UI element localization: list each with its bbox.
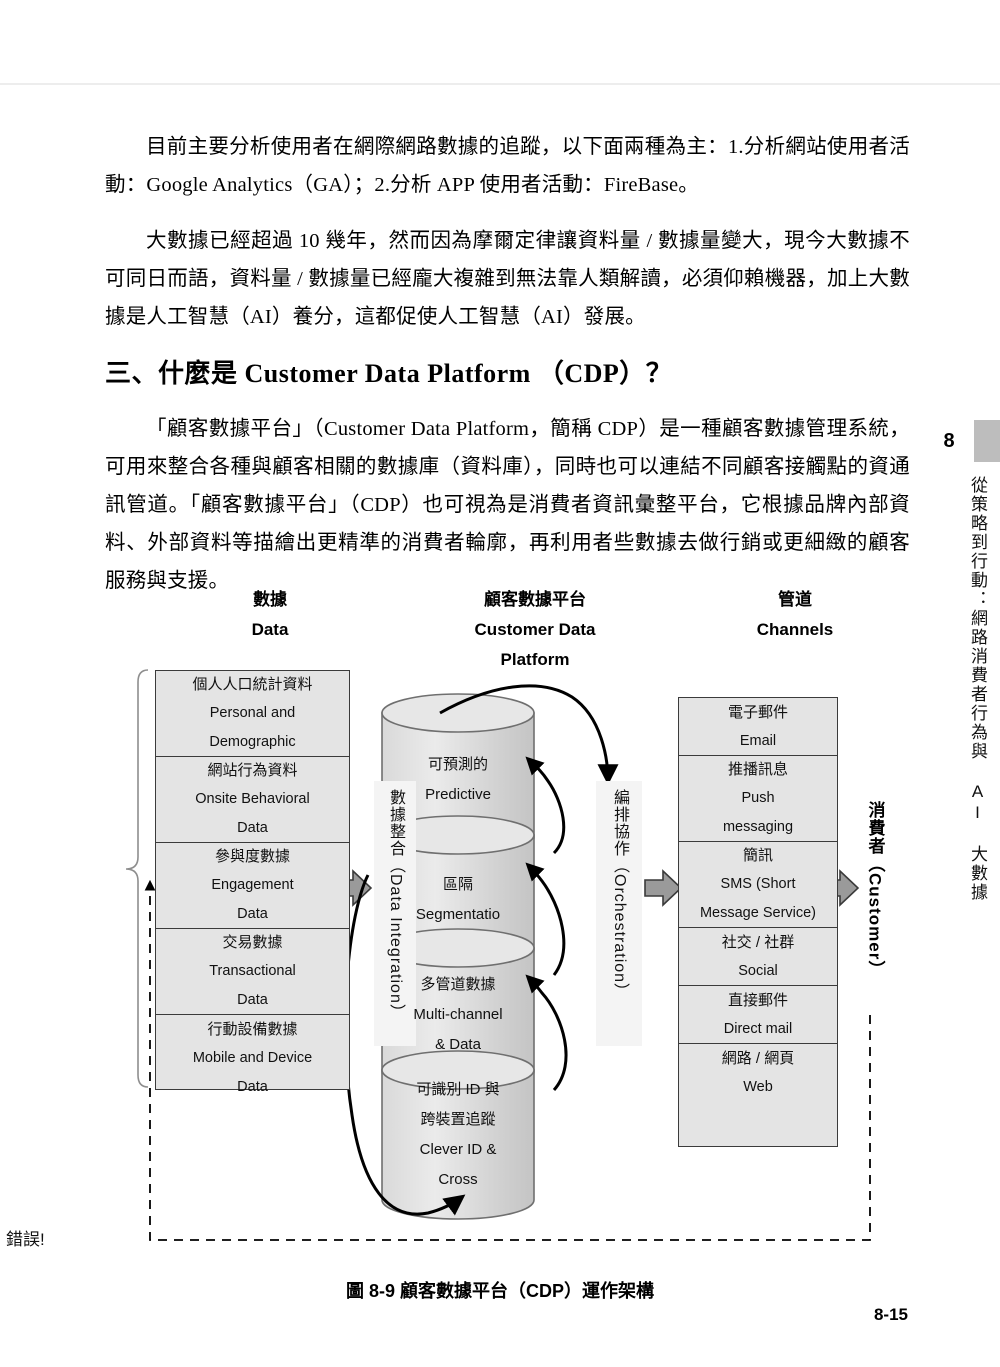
page-top-rule (0, 83, 1000, 85)
data-item-3: 交易數據 Transactional Data (156, 929, 349, 1015)
channel-item-4-zh: 直接郵件 (727, 991, 788, 1009)
data-item-3-en-1: Data (237, 992, 268, 1008)
channel-item-4-en-0: Direct mail (723, 1020, 793, 1037)
channel-item-1-en-1: messaging (722, 819, 794, 835)
channel-item-5-zh: 網路 / 網頁 (721, 1050, 795, 1067)
label-orchestration-text: 編排協作（Orchestration） (611, 789, 628, 1001)
page-folio: 8-15 (873, 1305, 908, 1324)
error-label: 錯誤! (6, 1230, 45, 1249)
data-item-2-en-1: Data (237, 906, 268, 922)
label-data-integration: 數據整合（Data Integration） (374, 781, 416, 1046)
data-item-1-en-0: Onsite Behavioral (195, 791, 310, 807)
paragraph-3: 「顧客數據平台」（Customer Data Platform，簡稱 CDP）是… (105, 418, 910, 592)
channel-item-0-zh: 電子郵件 (727, 703, 788, 721)
cylinder-cleverid (381, 1050, 535, 1220)
chapter-tab: 8 (912, 420, 1000, 462)
document-page: 目前主要分析使用者在網際網路數據的追蹤，以下面兩種為主：1.分析網站使用者活動：… (0, 0, 1000, 1367)
data-item-4: 行動設備數據 Mobile and Device Data (156, 1015, 349, 1101)
data-item-2-en-0: Engagement (211, 877, 294, 893)
data-item-0: 個人人口統計資料 Personal and Demographic (156, 671, 349, 757)
channel-item-2-en-1: Message Service) (699, 905, 817, 921)
channel-item-2: 簡訊 SMS (Short Message Service) (679, 842, 837, 928)
arrow-orchestration-to-channels (644, 869, 683, 907)
data-item-0-en-0: Personal and (209, 705, 296, 721)
channel-item-4: 直接郵件 Direct mail (679, 986, 837, 1044)
data-item-1-en-1: Data (237, 820, 268, 836)
chapter-number: 8 (943, 429, 955, 452)
chapter-number-hex: 8 (912, 420, 974, 462)
section-heading: 三、什麼是 Customer Data Platform （CDP）？ (105, 359, 673, 388)
data-item-4-en-1: Data (237, 1078, 268, 1095)
paragraph-2: 大數據已經超過 10 幾年，然而因為摩爾定律讓資料量 / 數據量變大，現今大數據… (105, 230, 910, 328)
data-item-3-en-0: Transactional (209, 963, 296, 979)
figure-caption: 圖 8-9 顧客數據平台（CDP）運作架構 (345, 1281, 655, 1301)
channel-item-0: 電子郵件 Email (679, 698, 837, 756)
channel-item-1: 推播訊息 Push messaging (679, 756, 837, 842)
channel-item-3: 社交 / 社群 Social (679, 928, 837, 986)
channel-item-0-en-0: Email (739, 732, 777, 749)
data-item-2: 參與度數據 Engagement Data (156, 843, 349, 929)
data-item-3-zh: 交易數據 (222, 934, 283, 951)
channel-item-5: 網路 / 網頁 Web (679, 1044, 837, 1102)
data-item-0-zh: 個人人口統計資料 (192, 676, 313, 693)
channel-item-5-en-0: Web (743, 1079, 773, 1095)
data-item-1-zh: 網站行為資料 (207, 762, 298, 779)
channel-item-1-en-0: Push (741, 790, 775, 806)
data-item-4-en-0: Mobile and Device (192, 1049, 313, 1066)
data-item-4-zh: 行動設備數據 (207, 1020, 298, 1038)
channels-stack: 電子郵件 Email 推播訊息 Push messaging 簡訊 SMS (S… (678, 697, 838, 1147)
chapter-title-vertical: 從策略到行動：網路消費者行為與 AI 大數據 (968, 476, 987, 902)
label-data-integration-text: 數據整合（Data Integration） (387, 789, 404, 1021)
data-item-2-zh: 參與度數據 (214, 848, 290, 865)
data-item-0-en-1: Demographic (209, 734, 296, 750)
data-stack: 個人人口統計資料 Personal and Demographic 網站行為資料… (155, 670, 350, 1095)
figure-cdp-architecture: 數據 Data 顧客數據平台 Customer Data Platform 管道… (110, 585, 900, 1250)
channel-item-2-zh: 簡訊 (742, 847, 773, 864)
label-orchestration: 編排協作（Orchestration） (596, 781, 642, 1046)
label-customer: 消費者（Customer） (858, 801, 892, 1061)
label-customer-text: 消費者（Customer） (865, 801, 885, 979)
channel-item-3-zh: 社交 / 社群 (721, 933, 795, 951)
channel-item-2-en-0: SMS (Short (720, 876, 796, 892)
channel-item-1-zh: 推播訊息 (727, 761, 788, 778)
body-content: 目前主要分析使用者在網際網路數據的追蹤，以下面兩種為主：1.分析網站使用者活動：… (105, 128, 910, 618)
data-item-1: 網站行為資料 Onsite Behavioral Data (156, 757, 349, 843)
channel-item-3-en-0: Social (738, 962, 778, 979)
paragraph-1: 目前主要分析使用者在網際網路數據的追蹤，以下面兩種為主：1.分析網站使用者活動：… (105, 136, 910, 196)
